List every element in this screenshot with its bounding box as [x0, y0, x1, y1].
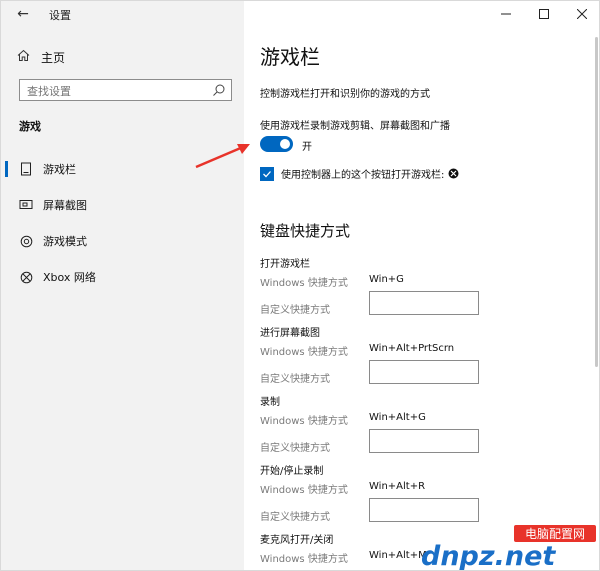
screenshot-icon — [19, 198, 33, 212]
custom-shortcut-row: 自定义快捷方式 — [260, 360, 590, 388]
maximize-button[interactable] — [525, 1, 563, 27]
checkmark-icon — [263, 170, 271, 177]
back-arrow-icon: ← — [17, 6, 29, 22]
windows-shortcut-label: Windows 快捷方式 — [260, 554, 348, 565]
page-title: 游戏栏 — [260, 45, 320, 69]
scrollbar[interactable] — [595, 37, 598, 367]
shortcut-name: 开始/停止录制 — [260, 466, 324, 477]
windows-shortcut-value: Win+Alt+PrtScrn — [369, 343, 455, 354]
windows-shortcut-row: Windows 快捷方式 Win+Alt+G — [260, 407, 590, 431]
title-bar: ← 设置 — [1, 1, 244, 27]
keyboard-shortcuts-heading: 键盘快捷方式 — [260, 222, 351, 240]
sidebar-item-game-bar[interactable]: 游戏栏 — [1, 151, 244, 187]
windows-shortcut-row: Windows 快捷方式 Win+Alt+R — [260, 476, 590, 500]
home-label: 主页 — [41, 50, 66, 65]
controller-button-checkbox[interactable] — [260, 166, 274, 181]
section-heading: 游戏 — [19, 120, 41, 133]
maximize-icon — [539, 9, 549, 19]
xbox-icon — [19, 270, 33, 284]
content-pane: 游戏栏 控制游戏栏打开和识别你的游戏的方式 使用游戏栏录制游戏剪辑、屏幕截图和广… — [244, 1, 599, 570]
minimize-button[interactable] — [487, 1, 525, 27]
checkbox-label: 使用控制器上的这个按钮打开游戏栏: — [281, 170, 445, 181]
shortcut-name: 进行屏幕截图 — [260, 328, 320, 339]
windows-shortcut-label: Windows 快捷方式 — [260, 485, 348, 496]
shortcut-group-screenshot: 进行屏幕截图 Windows 快捷方式 Win+Alt+PrtScrn 自定义快… — [260, 324, 590, 388]
sidebar-item-label: 游戏模式 — [43, 235, 87, 248]
settings-window: ← 设置 主页 游戏 游戏栏 屏幕截 — [0, 0, 600, 571]
windows-shortcut-value: Win+Alt+M — [369, 550, 427, 561]
game-mode-icon — [19, 234, 33, 248]
xbox-button-icon — [448, 168, 459, 179]
sidebar: ← 设置 主页 游戏 游戏栏 屏幕截 — [1, 1, 244, 570]
search-icon[interactable] — [212, 83, 226, 97]
windows-shortcut-label: Windows 快捷方式 — [260, 278, 348, 289]
windows-shortcut-label: Windows 快捷方式 — [260, 347, 348, 358]
custom-shortcut-input[interactable] — [369, 291, 479, 315]
toggle-state-label: 开 — [302, 142, 312, 153]
home-icon — [17, 49, 35, 66]
toggle-label: 使用游戏栏录制游戏剪辑、屏幕截图和广播 — [260, 121, 450, 132]
sidebar-item-xbox-network[interactable]: Xbox 网络 — [1, 259, 244, 295]
search-box — [19, 79, 232, 102]
windows-shortcut-value: Win+Alt+R — [369, 481, 426, 492]
sidebar-item-screenshots[interactable]: 屏幕截图 — [1, 187, 244, 223]
game-bar-toggle[interactable] — [260, 136, 293, 152]
custom-shortcut-input[interactable] — [369, 360, 479, 384]
shortcut-group-start-stop-recording: 开始/停止录制 Windows 快捷方式 Win+Alt+R 自定义快捷方式 — [260, 462, 590, 526]
close-icon — [577, 9, 587, 19]
shortcut-group-record: 录制 Windows 快捷方式 Win+Alt+G 自定义快捷方式 — [260, 393, 590, 457]
sidebar-item-label: 游戏栏 — [43, 163, 76, 176]
sidebar-nav: 游戏栏 屏幕截图 游戏模式 Xbox 网络 — [1, 151, 244, 295]
custom-shortcut-input[interactable] — [369, 498, 479, 522]
custom-shortcut-row: 自定义快捷方式 — [260, 291, 590, 319]
windows-shortcut-value: Win+Alt+G — [369, 412, 426, 423]
windows-shortcut-row: Windows 快捷方式 Win+Alt+PrtScrn — [260, 338, 590, 362]
sidebar-item-label: 屏幕截图 — [43, 199, 87, 212]
custom-shortcut-label: 自定义快捷方式 — [260, 512, 330, 523]
windows-shortcut-row: Windows 快捷方式 Win+G — [260, 269, 590, 293]
controller-button-option: 使用控制器上的这个按钮打开游戏栏: — [260, 166, 459, 181]
custom-shortcut-label: 自定义快捷方式 — [260, 374, 330, 385]
shortcut-name: 录制 — [260, 397, 280, 408]
windows-shortcut-value: Win+G — [369, 274, 404, 285]
windows-shortcut-label: Windows 快捷方式 — [260, 416, 348, 427]
close-button[interactable] — [563, 1, 599, 27]
page-description: 控制游戏栏打开和识别你的游戏的方式 — [260, 89, 430, 100]
sidebar-item-label: Xbox 网络 — [43, 271, 96, 284]
minimize-icon — [501, 13, 511, 15]
shortcut-group-microphone: 麦克风打开/关闭 Windows 快捷方式 Win+Alt+M — [260, 531, 590, 569]
window-controls — [487, 1, 599, 27]
window-title: 设置 — [49, 9, 71, 22]
custom-shortcut-label: 自定义快捷方式 — [260, 443, 330, 454]
shortcut-name: 打开游戏栏 — [260, 259, 310, 270]
sidebar-item-home[interactable]: 主页 — [17, 47, 65, 67]
shortcut-name: 麦克风打开/关闭 — [260, 535, 334, 546]
shortcut-group-open-game-bar: 打开游戏栏 Windows 快捷方式 Win+G 自定义快捷方式 — [260, 255, 590, 319]
custom-shortcut-label: 自定义快捷方式 — [260, 305, 330, 316]
game-bar-icon — [19, 162, 33, 176]
custom-shortcut-input[interactable] — [369, 429, 479, 453]
custom-shortcut-row: 自定义快捷方式 — [260, 429, 590, 457]
windows-shortcut-row: Windows 快捷方式 Win+Alt+M — [260, 545, 590, 569]
sidebar-item-game-mode[interactable]: 游戏模式 — [1, 223, 244, 259]
toggle-knob — [280, 139, 290, 149]
search-input[interactable] — [20, 81, 200, 102]
custom-shortcut-row: 自定义快捷方式 — [260, 498, 590, 526]
back-button[interactable]: ← — [13, 4, 33, 24]
